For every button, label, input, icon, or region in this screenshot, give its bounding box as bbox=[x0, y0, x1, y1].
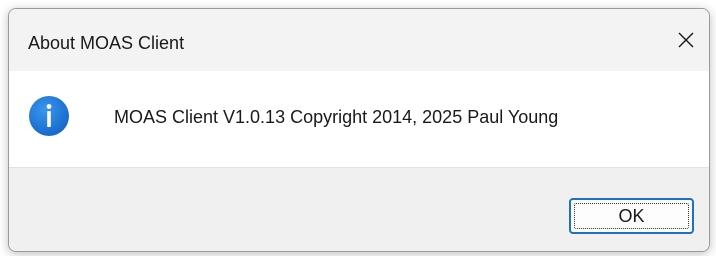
ok-button[interactable]: OK bbox=[569, 198, 694, 234]
close-button[interactable] bbox=[663, 9, 709, 71]
dialog-content: MOAS Client V1.0.13 Copyright 2014, 2025… bbox=[9, 71, 709, 167]
info-icon bbox=[29, 96, 69, 136]
dialog-title: About MOAS Client bbox=[28, 33, 185, 53]
dialog-message: MOAS Client V1.0.13 Copyright 2014, 2025… bbox=[114, 107, 559, 127]
about-dialog: About MOAS Client MOAS Client V1.0.13 Co… bbox=[8, 8, 710, 252]
ok-button-label: OK bbox=[618, 205, 645, 226]
dialog-footer: OK bbox=[9, 167, 709, 251]
dialog-titlebar[interactable]: About MOAS Client bbox=[9, 9, 709, 71]
close-icon bbox=[678, 32, 694, 48]
